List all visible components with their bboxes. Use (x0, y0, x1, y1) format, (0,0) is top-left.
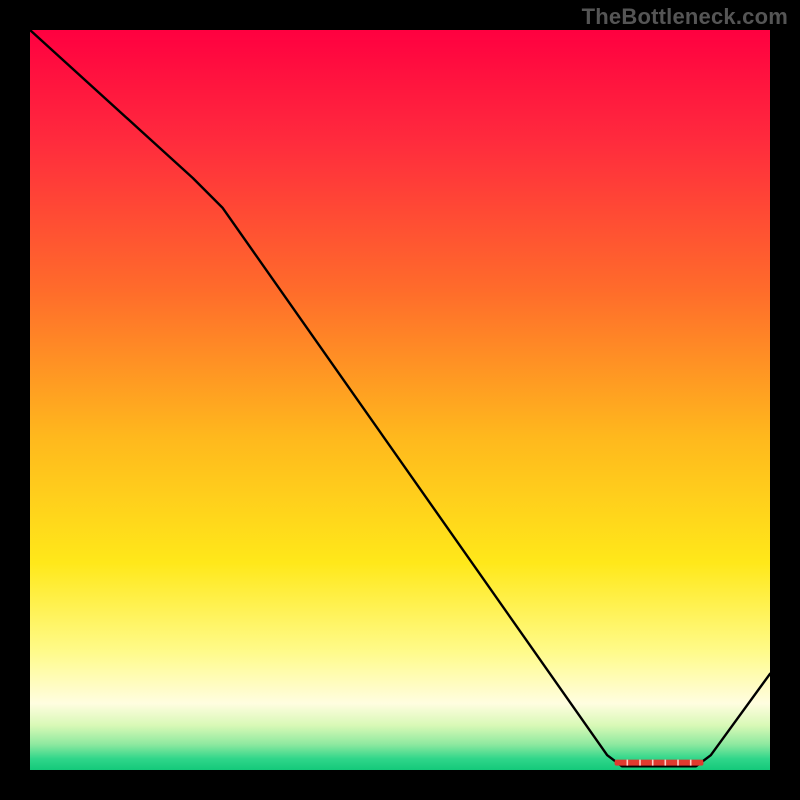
chart-frame: TheBottleneck.com (0, 0, 800, 800)
baseline-marker (615, 760, 704, 766)
chart-plot (30, 30, 770, 770)
gradient-background (30, 30, 770, 770)
watermark-text: TheBottleneck.com (582, 4, 788, 30)
